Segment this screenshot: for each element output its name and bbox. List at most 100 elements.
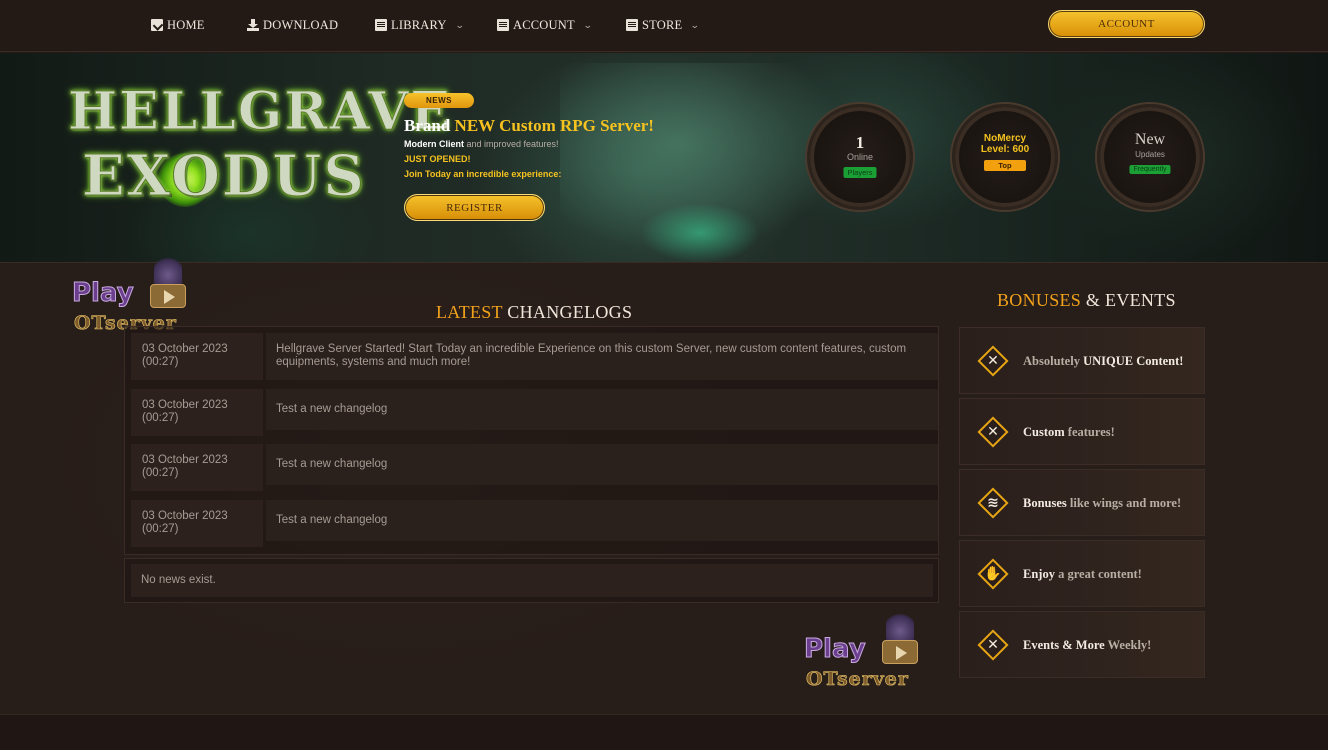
- wizard-icon: [154, 254, 182, 284]
- chevron-down-icon: ⌄: [454, 19, 465, 30]
- changelog-date-day: 03 October 2023: [142, 343, 228, 355]
- changelog-row: 03 October 2023 (00:27) Test a new chang…: [131, 389, 938, 436]
- playotserver-watermark-bottom: Play OTserver: [804, 610, 924, 690]
- watermark-play: Play: [804, 634, 867, 665]
- play-video-icon: [150, 284, 186, 308]
- changelog-row: 03 October 2023 (00:27) Test a new chang…: [131, 444, 938, 491]
- logo-line2: EXODUS: [82, 143, 366, 210]
- stat-updates-label: Updates: [1135, 150, 1165, 159]
- bonuses-title-accent: BONUSES: [997, 290, 1082, 310]
- changelog-date: 03 October 2023 (00:27): [131, 389, 263, 436]
- hero-line-2: JUST OPENED!: [404, 154, 471, 164]
- bonus-card-custom-features: ✕ Custom features!: [959, 398, 1205, 465]
- bonus-label: Custom features!: [1023, 425, 1115, 439]
- nav-library[interactable]: LIBRARY ⌄: [375, 17, 465, 33]
- stat-online-count: 1: [855, 133, 865, 152]
- news-box: No news exist.: [124, 558, 939, 603]
- chevron-down-icon: ⌄: [582, 19, 593, 30]
- changelogs-title: LATEST CHANGELOGS: [436, 302, 632, 323]
- changelog-row: 03 October 2023 (00:27) Hellgrave Server…: [131, 333, 938, 380]
- crossed-swords-icon: ✕: [976, 415, 1010, 449]
- nav-home[interactable]: HOME: [151, 17, 205, 33]
- hero-title: Brand NEW Custom RPG Server!: [404, 116, 654, 136]
- stat-updates: New Updates Frequently: [1097, 104, 1203, 210]
- stat-updates-tag: Frequently: [1129, 165, 1171, 174]
- logo-line1: HELLGRAVE: [67, 81, 453, 143]
- book-icon: [375, 19, 387, 31]
- stat-online-players: 1 Online Players: [807, 104, 913, 210]
- bonus-label: Enjoy a great content!: [1023, 567, 1142, 581]
- crossed-swords-icon: ✕: [976, 344, 1010, 378]
- changelog-text: Hellgrave Server Started! Start Today an…: [266, 333, 938, 380]
- bonus-label: Events & More Weekly!: [1023, 638, 1152, 652]
- nav-download-label: DOWNLOAD: [263, 17, 339, 32]
- register-button[interactable]: REGISTER: [404, 194, 545, 221]
- watermark-otserver: OTserver: [806, 668, 909, 691]
- thumbs-up-icon: ✋: [976, 557, 1010, 591]
- watermark-play: Play: [72, 278, 135, 309]
- bonus-card-events: ✕ Events & More Weekly!: [959, 611, 1205, 678]
- book-icon: [626, 19, 638, 31]
- home-icon: [151, 19, 163, 31]
- nav-account-label: ACCOUNT: [513, 17, 575, 32]
- changelog-row: 03 October 2023 (00:27) Test a new chang…: [131, 500, 938, 547]
- account-button[interactable]: ACCOUNT: [1048, 10, 1205, 38]
- hero-line-1-bold: Modern Client: [404, 139, 464, 149]
- nav-store[interactable]: STORE ⌄: [626, 17, 701, 33]
- changelog-date: 03 October 2023 (00:27): [131, 500, 263, 547]
- changelog-date-time: (00:27): [142, 412, 179, 424]
- hero-line-1: Modern Client and improved features!: [404, 139, 559, 149]
- play-video-icon: [882, 640, 918, 664]
- stat-online-tag: Players: [843, 167, 877, 178]
- nav-download[interactable]: DOWNLOAD: [247, 17, 338, 33]
- bonus-label: Bonuses like wings and more!: [1023, 496, 1182, 510]
- stat-online-label: Online: [846, 152, 873, 162]
- hero-title-highlight: NEW Custom RPG Server!: [454, 116, 654, 135]
- changelog-date: 03 October 2023 (00:27): [131, 333, 263, 380]
- hero-title-prefix: Brand: [404, 116, 455, 135]
- coins-icon: ≋: [976, 486, 1010, 520]
- bonus-card-bonuses: ≋ Bonuses like wings and more!: [959, 469, 1205, 536]
- changelog-text: Test a new changelog: [266, 389, 938, 430]
- stat-updates-title: New: [1134, 131, 1166, 148]
- hero-line-1-rest: and improved features!: [464, 139, 559, 149]
- changelog-date-time: (00:27): [142, 523, 179, 535]
- nav-library-label: LIBRARY: [391, 17, 447, 32]
- top-navigation: HOME DOWNLOAD LIBRARY ⌄ ACCOUNT ⌄ STORE …: [0, 0, 1328, 52]
- playotserver-watermark-top: Play OTserver: [72, 254, 192, 334]
- changelog-date: 03 October 2023 (00:27): [131, 444, 263, 491]
- hero-line-3: Join Today an incredible experience:: [404, 169, 562, 179]
- changelog-date-day: 03 October 2023: [142, 454, 228, 466]
- changelogs-title-rest: CHANGELOGS: [502, 302, 633, 322]
- server-logo[interactable]: HELLGRAVE EXODUS: [60, 81, 450, 211]
- book-icon: [497, 19, 509, 31]
- wizard-icon: [886, 610, 914, 640]
- stat-top-tag: Top: [984, 160, 1026, 171]
- changelog-date-time: (00:27): [142, 356, 179, 368]
- bonus-card-unique-content: ✕ Absolutely UNIQUE Content!: [959, 327, 1205, 394]
- changelog-date-day: 03 October 2023: [142, 399, 228, 411]
- download-icon: [247, 19, 259, 31]
- news-badge: NEWS: [404, 93, 474, 108]
- bonus-card-enjoy: ✋ Enjoy a great content!: [959, 540, 1205, 607]
- changelog-date-time: (00:27): [142, 467, 179, 479]
- nav-home-label: HOME: [167, 17, 205, 32]
- crossed-swords-icon: ✕: [976, 628, 1010, 662]
- footer: [0, 714, 1328, 750]
- changelog-date-day: 03 October 2023: [142, 510, 228, 522]
- changelogs-title-accent: LATEST: [436, 302, 503, 322]
- changelog-list: 03 October 2023 (00:27) Hellgrave Server…: [124, 326, 939, 555]
- no-news-message: No news exist.: [131, 564, 933, 597]
- stat-top-player: NoMercy Level: 600 Top: [952, 104, 1058, 210]
- nav-store-label: STORE: [642, 17, 683, 32]
- stat-top-level: Level: 600: [980, 144, 1030, 155]
- chevron-down-icon: ⌄: [690, 19, 701, 30]
- stat-top-name: NoMercy: [983, 133, 1027, 144]
- bonuses-title-rest: & EVENTS: [1081, 290, 1176, 310]
- hero-glow: [640, 203, 760, 262]
- changelog-text: Test a new changelog: [266, 444, 938, 485]
- bonus-label: Absolutely UNIQUE Content!: [1023, 354, 1184, 368]
- bonuses-title: BONUSES & EVENTS: [997, 290, 1176, 311]
- changelog-text: Test a new changelog: [266, 500, 938, 541]
- nav-account[interactable]: ACCOUNT ⌄: [497, 17, 592, 33]
